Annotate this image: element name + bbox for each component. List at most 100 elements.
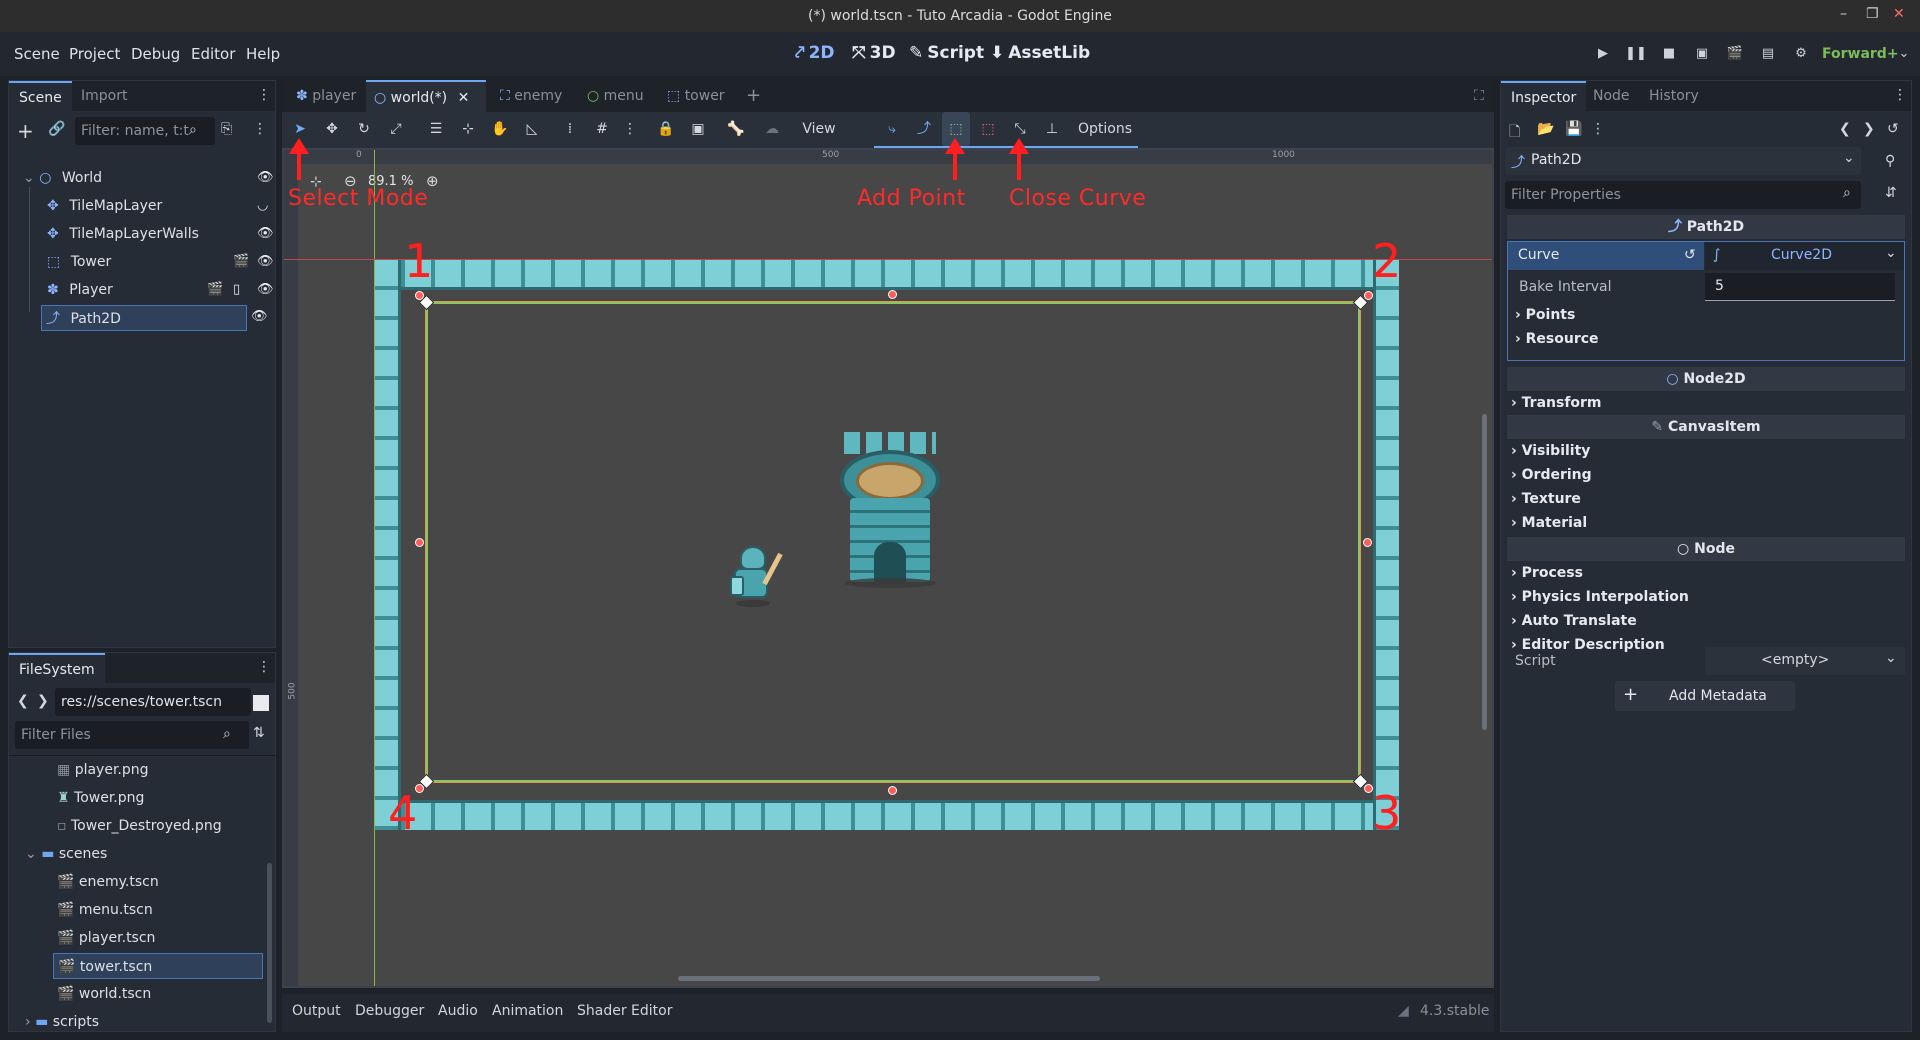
midpoint-handle[interactable] [888, 786, 897, 795]
menu-debug[interactable]: Debug [131, 45, 180, 63]
visibility-hidden-icon[interactable]: ◡ [257, 193, 268, 219]
add-node-icon[interactable]: + [17, 119, 34, 143]
player-sprite[interactable] [728, 542, 788, 612]
midpoint-handle[interactable] [415, 538, 424, 547]
rotate-mode-icon[interactable]: ↻ [350, 112, 378, 146]
auto-translate-group[interactable]: › Auto Translate [1511, 613, 1637, 629]
dock-menu-icon[interactable]: ⋮ [257, 659, 271, 675]
control-point[interactable] [1364, 291, 1373, 300]
layout-toggle-icon[interactable] [253, 695, 269, 711]
transform-group[interactable]: › Transform [1511, 395, 1602, 411]
property-options-icon[interactable]: ⇵ [1885, 185, 1897, 201]
scene-tab-enemy[interactable]: ⛶ enemy [492, 80, 570, 112]
midpoint-handle[interactable] [888, 290, 897, 299]
canvas-viewport[interactable]: 0 500 1000 500 ⊹ ⊖ 89.1 % ⊕ 1 2 3 4 [282, 148, 1494, 988]
bake-interval-field[interactable]: 5 [1705, 273, 1895, 301]
remote-debug-icon[interactable]: ▣ [1689, 42, 1715, 66]
control-point[interactable] [415, 291, 424, 300]
pause-icon[interactable]: ❚❚ [1623, 42, 1649, 66]
tree-node-tower[interactable]: ⬚ Tower 🎬 👁 [47, 249, 274, 275]
file-item-tower-destroyed-png[interactable]: ▫ Tower_Destroyed.png [57, 813, 222, 839]
list-select-icon[interactable]: ☰ [422, 112, 450, 146]
file-item-player-tscn[interactable]: 🎬 player.tscn [57, 925, 155, 951]
snap-options-icon[interactable]: ⋮ [616, 112, 644, 146]
points-group[interactable]: › Points [1515, 307, 1575, 323]
file-item-menu-tscn[interactable]: 🎬 menu.tscn [57, 897, 153, 923]
ruler-mode-icon[interactable]: ◺ [518, 112, 546, 146]
folder-item-scenes[interactable]: ⌄ ▬ scenes [25, 841, 107, 867]
tab-filesystem[interactable]: FileSystem [9, 653, 105, 683]
file-item-tower-tscn[interactable]: 🎬 tower.tscn [53, 953, 263, 979]
lock-icon[interactable]: 🔒 [652, 112, 680, 146]
tab-history[interactable]: History [1639, 81, 1709, 111]
filesystem-filter-input[interactable]: Filter Files [15, 721, 249, 749]
stop-icon[interactable]: ■ [1656, 42, 1682, 66]
tab-scene[interactable]: Scene [9, 81, 72, 111]
play-scene-icon[interactable]: 🎬 [1722, 42, 1748, 66]
maximize-icon[interactable]: ❐ [1866, 6, 1879, 22]
view-menu[interactable]: View [794, 112, 844, 146]
visibility-group[interactable]: › Visibility [1511, 443, 1590, 459]
visibility-eye-icon[interactable]: 👁 [251, 309, 268, 324]
scale-mode-icon[interactable]: ⤢ [382, 112, 410, 146]
chevron-down-icon[interactable]: ⌄ [1891, 42, 1917, 66]
workspace-script[interactable]: ✎ Script [909, 43, 984, 63]
close-window-icon[interactable]: ✕ [1893, 6, 1905, 22]
smart-snap-icon[interactable]: ⁞ [556, 112, 584, 146]
physics-interpolation-group[interactable]: › Physics Interpolation [1511, 589, 1689, 605]
script-attached-icon[interactable]: ▯ [233, 277, 240, 303]
back-icon[interactable]: ❮ [17, 693, 29, 709]
scene-tab-world[interactable]: ○ world(*) ✕ [366, 80, 486, 112]
filesystem-scrollbar[interactable] [267, 863, 272, 1023]
visibility-eye-icon[interactable]: 👁 [257, 249, 274, 275]
instance-scene-icon[interactable]: ⎘ [221, 121, 232, 137]
tab-animation[interactable]: Animation [492, 1003, 563, 1019]
bone-icon[interactable]: 🦴 [722, 112, 750, 146]
scene-tab-player[interactable]: ✽ player [288, 80, 364, 112]
add-tab-icon[interactable]: + [738, 80, 769, 112]
tab-inspector[interactable]: Inspector [1501, 81, 1587, 111]
history-back-icon[interactable]: ❮ [1839, 121, 1851, 137]
add-metadata-button[interactable]: + Add Metadata [1615, 681, 1795, 711]
mirror-handles-icon[interactable]: ⊥ [1038, 112, 1066, 146]
play-icon[interactable]: ▶ [1590, 42, 1616, 66]
dock-menu-icon[interactable]: ⋮ [257, 87, 271, 103]
grid-snap-icon[interactable]: # [588, 112, 616, 146]
tab-shader-editor[interactable]: Shader Editor [577, 1003, 672, 1019]
resource-group[interactable]: › Resource [1515, 331, 1599, 347]
horizontal-scrollbar[interactable] [678, 976, 1100, 981]
file-item-player-png[interactable]: ▦ player.png [57, 757, 149, 783]
midpoint-handle[interactable] [1363, 538, 1372, 547]
filter-properties-input[interactable]: Filter Properties [1505, 181, 1861, 209]
minimize-icon[interactable]: – [1840, 6, 1847, 22]
tree-node-tilemaplayerwalls[interactable]: ✥ TileMapLayerWalls 👁 [47, 221, 274, 247]
tower-sprite[interactable] [840, 432, 940, 588]
open-scene-icon[interactable]: 🎬 [207, 277, 223, 303]
open-scene-icon[interactable]: 🎬 [233, 249, 249, 275]
tree-node-path2d[interactable]: ⤴ Path2D [41, 305, 247, 331]
script-picker[interactable]: <empty> ⌄ [1705, 647, 1905, 675]
visibility-eye-icon[interactable]: 👁 [257, 277, 274, 303]
sort-icon[interactable]: ⇅ [253, 725, 265, 741]
workspace-assetlib[interactable]: ⬇ AssetLib [990, 43, 1090, 63]
revert-icon[interactable]: ↺ [1684, 247, 1696, 263]
tab-debugger[interactable]: Debugger [355, 1003, 424, 1019]
menu-scene[interactable]: Scene [14, 45, 60, 63]
workspace-3d[interactable]: ⤧ 3D [852, 43, 896, 63]
file-item-world-tscn[interactable]: 🎬 world.tscn [57, 981, 151, 1007]
history-forward-icon[interactable]: ❯ [1863, 121, 1875, 137]
path-field[interactable]: res://scenes/tower.tscn [55, 688, 251, 716]
resource-menu-icon[interactable]: ⋮ [1591, 121, 1605, 137]
distraction-free-icon[interactable]: ⛶ [1466, 80, 1492, 112]
visibility-eye-icon[interactable]: 👁 [257, 165, 274, 191]
object-history-icon[interactable]: ↺ [1887, 121, 1899, 137]
renderer-select[interactable]: Forward+ [1822, 46, 1899, 62]
options-menu[interactable]: Options [1072, 112, 1138, 146]
menu-project[interactable]: Project [69, 45, 120, 63]
menu-editor[interactable]: Editor [191, 45, 235, 63]
tab-import[interactable]: Import [71, 81, 137, 111]
pivot-mode-icon[interactable]: ⊹ [454, 112, 482, 146]
tab-output[interactable]: Output [292, 1003, 341, 1019]
material-group[interactable]: › Material [1511, 515, 1587, 531]
tree-node-player[interactable]: ✽ Player 🎬 ▯ 👁 [47, 277, 274, 303]
